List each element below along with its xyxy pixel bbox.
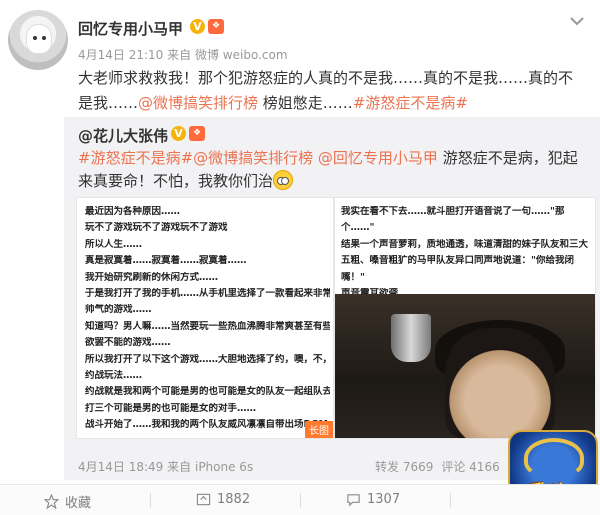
image-text-line: 结果一个声音萝莉，质地通透，味道清甜的妹子队友和三大 bbox=[341, 238, 589, 250]
image-text-line: 玩不了游戏玩不了游戏玩不了游戏 bbox=[85, 222, 228, 234]
long-image-badge: 长图 bbox=[305, 421, 333, 438]
vip-icon: ❖ bbox=[208, 19, 224, 34]
long-image-thumbnail[interactable]: 最近因为各种原因…… 玩不了游戏玩不了游戏玩不了游戏 所以人生…… 真是寂寞着……寂寞… bbox=[76, 197, 334, 439]
post-text-body: 榜姐憋走…… bbox=[258, 94, 353, 112]
repost-stats: 转发 7669 评论 4166 bbox=[375, 458, 508, 475]
repost-username[interactable]: @花儿大张伟 bbox=[78, 125, 168, 146]
topic-tag[interactable]: #游怒症不是病# bbox=[78, 149, 193, 167]
image-text-line: 我实在看不下去……就斗胆打开语音说了一句……"那 bbox=[341, 206, 565, 217]
repost-count: 1882 bbox=[217, 492, 251, 507]
image-text-line: 嘴！" bbox=[341, 271, 365, 283]
image-text-line: 所以我打开了以下这个游戏……大胆地选择了约，噢，不， bbox=[85, 353, 330, 365]
topic-tag[interactable]: #游怒症不是病# bbox=[353, 94, 468, 112]
repost-card: @花儿大张伟 V ❖ #游怒症不是病#@微博搞笑排行榜 @回忆专用小马甲 游怒症… bbox=[64, 117, 600, 480]
repost-icon bbox=[196, 493, 211, 506]
repost-time[interactable]: 4月14日 18:49 bbox=[78, 460, 163, 474]
image-text-line: 约战就是我和两个可能是男的也可能是女的队友一起组队去 bbox=[85, 386, 330, 398]
post-meta: 4月14日 21:10 来自 微博 weibo.com bbox=[78, 46, 288, 63]
action-bar: 收藏 1882 1307 bbox=[0, 484, 600, 515]
image-text-line: 欲罢不能的游戏…… bbox=[85, 337, 171, 349]
comment-count-link[interactable]: 评论 4166 bbox=[441, 460, 499, 474]
image-thumbnail[interactable]: 我实在看不下去……就斗胆打开语音说了一句……"那 个……" 结果一个声音萝莉，质地通… bbox=[334, 197, 596, 439]
comment-count: 1307 bbox=[367, 492, 401, 507]
repost-meta: 4月14日 18:49 来自 iPhone 6s bbox=[78, 458, 253, 475]
photo bbox=[335, 294, 595, 438]
image-text-line: 于是我打开了我的手机……从手机里选择了一款看起来非常 bbox=[85, 288, 330, 299]
avatar[interactable] bbox=[8, 10, 68, 70]
post-time[interactable]: 4月14日 21:10 bbox=[78, 48, 163, 62]
image-text-line: 五粗、嗓音粗犷的马甲队友异口同声地说道："你给我闭 bbox=[341, 255, 574, 267]
image-text-line: 打三个可能是男的也可能是女的对手…… bbox=[85, 402, 257, 414]
repost-text: #游怒症不是病#@微博搞笑排行榜 @回忆专用小马甲 游怒症不是病，犯起来真要命！… bbox=[78, 147, 588, 193]
image-text-line: 知道吗？男人嘛……当然要玩一些热血沸腾非常爽甚至有些 bbox=[85, 320, 330, 332]
image-text-line: 真是寂寞着……寂寞着……寂寞着…… bbox=[85, 255, 247, 267]
verified-badge: V bbox=[171, 126, 186, 141]
verified-badge: V bbox=[190, 19, 205, 34]
mention-link[interactable]: @微博搞笑排行榜 bbox=[193, 149, 313, 167]
comment-button[interactable]: 1307 bbox=[346, 492, 400, 507]
post-from-label: 来自 bbox=[167, 48, 192, 62]
vip-icon: ❖ bbox=[189, 126, 205, 141]
repost-source: iPhone 6s bbox=[194, 460, 254, 474]
image-text-line: 个……" bbox=[341, 222, 375, 234]
emoji-icon bbox=[273, 170, 294, 190]
chevron-down-icon[interactable] bbox=[568, 14, 586, 28]
post-text: 大老师求救救我！那个犯游怒症的人真的不是我……真的不是我……真的不是我……@微博… bbox=[78, 66, 578, 116]
mention-link[interactable]: @回忆专用小马甲 bbox=[313, 149, 438, 167]
divider bbox=[300, 493, 301, 508]
repost-button[interactable]: 1882 bbox=[196, 492, 250, 507]
favorite-button[interactable]: 收藏 bbox=[44, 492, 91, 511]
image-text-line: 约战玩法…… bbox=[85, 370, 143, 381]
image-text-line: 最近因为各种原因…… bbox=[85, 206, 181, 217]
image-text-line: 所以人生…… bbox=[85, 238, 143, 250]
mention-link[interactable]: @微博搞笑排行榜 bbox=[138, 94, 258, 112]
star-icon bbox=[44, 494, 59, 509]
image-text-line: 帅气的游戏…… bbox=[85, 304, 152, 316]
comment-icon bbox=[347, 494, 360, 507]
repost-from-label: 来自 bbox=[167, 460, 192, 474]
divider bbox=[150, 493, 151, 508]
repost-count-link[interactable]: 转发 7669 bbox=[375, 460, 433, 474]
image-text-line: 我开始研究刷新的休闲方式…… bbox=[85, 271, 219, 283]
username[interactable]: 回忆专用小马甲 bbox=[78, 18, 183, 39]
image-text-line: 战斗开始了……我和我的两个队友威风凛凛自带出场BGM bbox=[85, 419, 328, 431]
divider bbox=[450, 493, 451, 508]
post-source[interactable]: 微博 weibo.com bbox=[195, 48, 288, 62]
favorite-label: 收藏 bbox=[65, 496, 92, 511]
